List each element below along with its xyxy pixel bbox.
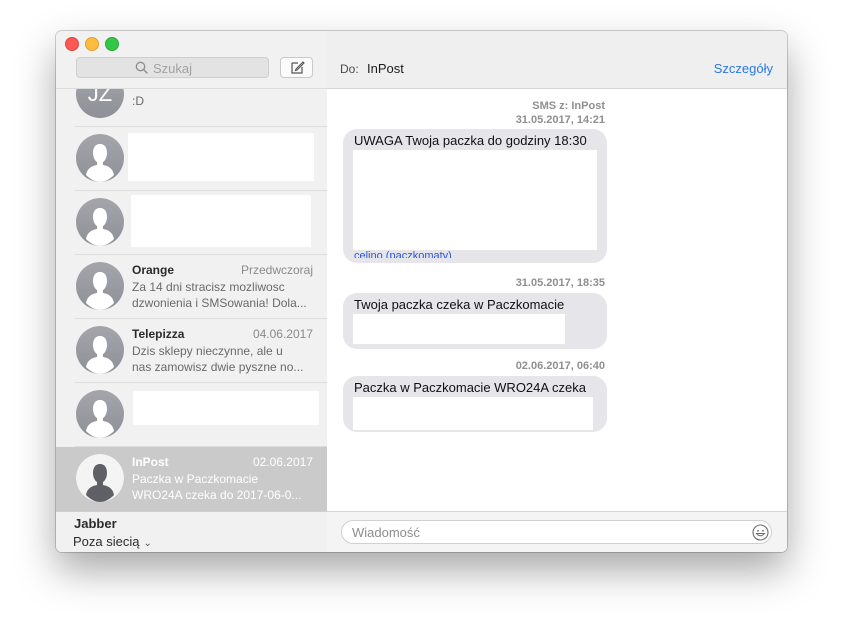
conversation-list: JZ :D Orange Przedwczoraj Za 14 dni stra…: [56, 88, 327, 512]
conversation-row[interactable]: [56, 127, 327, 191]
account-name: Jabber: [74, 516, 117, 531]
message-link[interactable]: celino (paczkomaty): [354, 250, 474, 258]
search-input[interactable]: [153, 60, 263, 76]
person-silhouette-icon: [86, 144, 114, 182]
person-silhouette-icon: [76, 454, 124, 502]
conversation-name: Orange: [132, 263, 175, 277]
message-bubble[interactable]: Twoja paczka czeka w Paczkomacie: [343, 293, 607, 349]
account-status-label: Poza siecią: [73, 534, 140, 549]
message-transcript: SMS z: InPost 31.05.2017, 14:21 UWAGA Tw…: [327, 89, 787, 511]
redacted-area: [131, 195, 311, 247]
compose-icon: [291, 61, 305, 74]
message-text: Paczka w Paczkomacie WRO24A czeka: [354, 380, 586, 395]
conversation-header: Do: InPost Szczegóły: [327, 31, 787, 89]
account-status-area: Jabber Poza siecią ⌄: [56, 511, 327, 552]
person-silhouette-icon: [86, 272, 114, 310]
conversation-row[interactable]: Orange Przedwczoraj Za 14 dni stracisz m…: [56, 255, 327, 319]
message-bubble[interactable]: Paczka w Paczkomacie WRO24A czeka: [343, 376, 607, 432]
redacted-area: [353, 150, 597, 250]
preview-line: nas zamowisz dwie pyszne no...: [132, 360, 304, 374]
conversation-row[interactable]: JZ :D: [56, 88, 327, 127]
preview-line: Paczka w Paczkomacie: [132, 472, 259, 486]
preview-line: dzwonienia i SMSowania! Dola...: [132, 296, 307, 310]
conversation-row-selected[interactable]: InPost 02.06.2017 Paczka w Paczkomacie W…: [56, 447, 327, 511]
conversation-row[interactable]: Telepizza 04.06.2017 Dzis sklepy nieczyn…: [56, 319, 327, 383]
avatar: [76, 454, 124, 502]
preview-line: WRO24A czeka do 2017-06-0...: [132, 488, 302, 502]
sidebar: JZ :D: [56, 31, 328, 552]
zoom-window-button[interactable]: [105, 37, 119, 51]
conversation-preview: :D: [132, 94, 144, 108]
message-timestamp: 02.06.2017, 06:40: [515, 360, 605, 372]
emoji-icon[interactable]: [752, 524, 769, 541]
close-window-button[interactable]: [65, 37, 79, 51]
redacted-area: [133, 391, 319, 425]
avatar: [76, 134, 124, 182]
message-meta: SMS z: InPost: [532, 100, 605, 112]
recipient-name[interactable]: InPost: [367, 61, 404, 76]
message-input[interactable]: [341, 520, 772, 544]
conversation-name: Telepizza: [132, 327, 185, 341]
message-timestamp: 31.05.2017, 14:21: [515, 114, 605, 126]
conversation-row[interactable]: [56, 191, 327, 255]
message-composer: [327, 511, 787, 552]
avatar: [76, 262, 124, 310]
compose-button[interactable]: [280, 57, 313, 78]
conversation-row[interactable]: [56, 383, 327, 447]
message-timestamp: 31.05.2017, 18:35: [515, 277, 605, 289]
avatar: [76, 198, 124, 246]
conversation-date: 04.06.2017: [252, 327, 313, 341]
message-bubble[interactable]: UWAGA Twoja paczka do godziny 18:30 celi…: [343, 129, 607, 263]
chevron-down-icon: ⌄: [143, 538, 152, 549]
account-status-menu[interactable]: Poza siecią ⌄: [73, 534, 152, 549]
conversation-date: 02.06.2017: [252, 455, 313, 469]
avatar-initials: JZ: [87, 88, 113, 106]
person-silhouette-icon: [86, 336, 114, 374]
minimize-window-button[interactable]: [85, 37, 99, 51]
avatar: [76, 326, 124, 374]
person-silhouette-icon: [86, 208, 114, 246]
search-icon: [135, 61, 148, 74]
message-text: Twoja paczka czeka w Paczkomacie: [354, 297, 565, 312]
conversation-name: InPost: [132, 455, 169, 469]
messages-window: JZ :D: [56, 31, 787, 552]
details-button[interactable]: Szczegóły: [714, 61, 773, 76]
redacted-area: [353, 314, 565, 344]
conversation-date: Przedwczoraj: [240, 263, 313, 277]
person-silhouette-icon: [86, 400, 114, 438]
redacted-area: [128, 133, 314, 181]
message-text: UWAGA Twoja paczka do godziny 18:30: [354, 133, 587, 148]
conversation-preview: Za 14 dni stracisz mozliwosc dzwonienia …: [132, 279, 314, 311]
avatar: [76, 390, 124, 438]
redacted-area: [353, 397, 593, 430]
conversation-preview: Dzis sklepy nieczynne, ale u nas zamowis…: [132, 343, 314, 375]
search-field[interactable]: [76, 57, 269, 78]
to-label: Do:: [340, 62, 359, 76]
conversation-preview: Paczka w Paczkomacie WRO24A czeka do 201…: [132, 471, 314, 503]
preview-line: Dzis sklepy nieczynne, ale u: [132, 344, 283, 358]
preview-line: Za 14 dni stracisz mozliwosc: [132, 280, 285, 294]
conversation-pane: Do: InPost Szczegóły SMS z: InPost 31.05…: [327, 31, 787, 552]
avatar: JZ: [76, 88, 124, 118]
